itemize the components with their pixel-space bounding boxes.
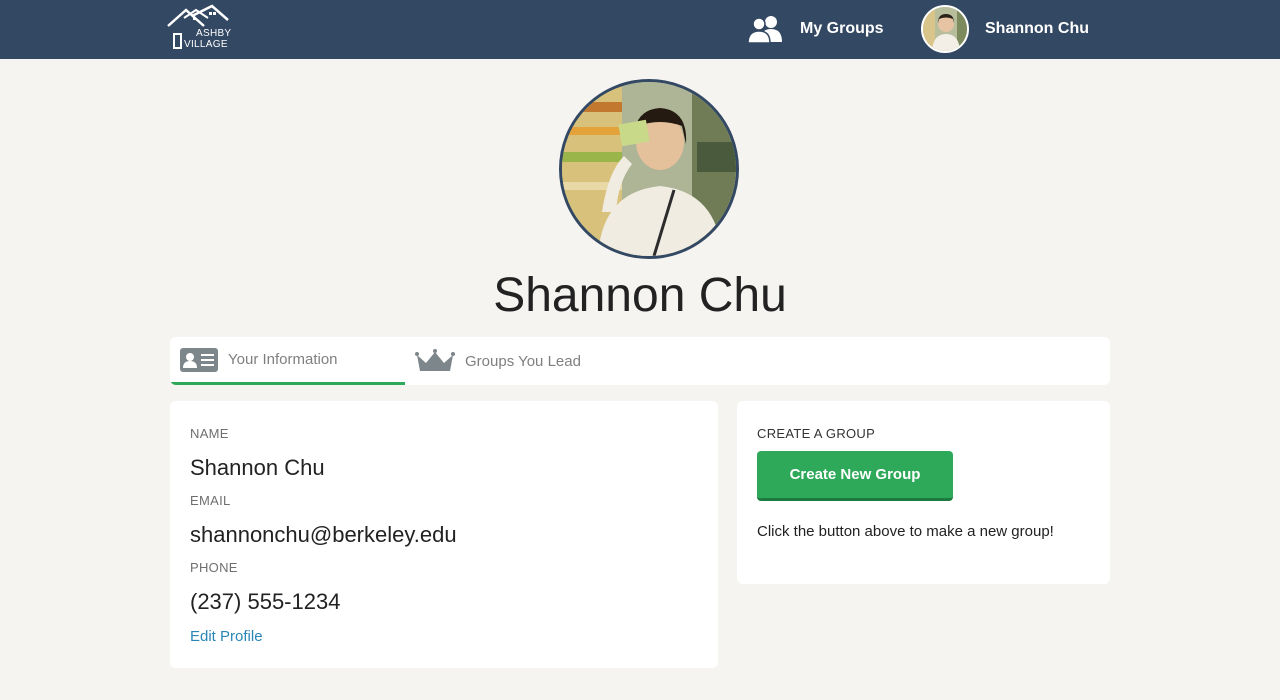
phone-field-label: PHONE xyxy=(190,560,238,575)
people-icon xyxy=(747,16,782,43)
profile-tabs: Your Information Groups You Lead xyxy=(170,337,1110,385)
create-group-hint: Click the button above to make a new gro… xyxy=(757,523,1054,540)
user-name-label: Shannon Chu xyxy=(985,20,1089,37)
user-photo-icon xyxy=(923,7,967,51)
tab-groups-you-lead-label: Groups You Lead xyxy=(465,352,581,370)
email-field-value: shannonchu@berkeley.edu xyxy=(190,522,457,547)
your-information-card: NAME Shannon Chu EMAIL shannonchu@berkel… xyxy=(170,401,718,668)
contact-card-icon xyxy=(180,347,218,372)
profile-photo xyxy=(559,79,739,259)
name-field-value: Shannon Chu xyxy=(190,455,325,480)
avatar[interactable] xyxy=(921,5,969,53)
logo-text-line2: VILLAGE xyxy=(184,39,228,50)
nav-my-groups[interactable]: My Groups xyxy=(746,12,884,46)
profile-name-heading: Shannon Chu xyxy=(493,269,787,322)
my-groups-label: My Groups xyxy=(800,20,884,37)
email-field-label: EMAIL xyxy=(190,493,231,508)
phone-field-value: (237) 555-1234 xyxy=(190,589,341,614)
crown-icon xyxy=(415,349,455,371)
tab-groups-you-lead[interactable]: Groups You Lead xyxy=(405,337,625,385)
tab-your-information-label: Your Information xyxy=(228,351,338,368)
name-field-label: NAME xyxy=(190,426,229,441)
create-group-title: CREATE A GROUP xyxy=(757,426,876,441)
edit-profile-link[interactable]: Edit Profile xyxy=(190,628,263,645)
ashby-village-logo[interactable]: ASHBY VILLAGE xyxy=(166,4,232,54)
create-new-group-button[interactable]: Create New Group xyxy=(757,451,953,501)
profile-photo-image xyxy=(562,82,736,256)
logo-text-line1: ASHBY xyxy=(196,28,232,39)
top-navbar: ASHBY VILLAGE My Groups Shannon Chu xyxy=(0,0,1280,59)
nav-user-profile[interactable]: Shannon Chu xyxy=(921,5,1089,53)
tab-your-information[interactable]: Your Information xyxy=(170,337,405,385)
create-group-card: CREATE A GROUP Create New Group Click th… xyxy=(737,401,1110,584)
